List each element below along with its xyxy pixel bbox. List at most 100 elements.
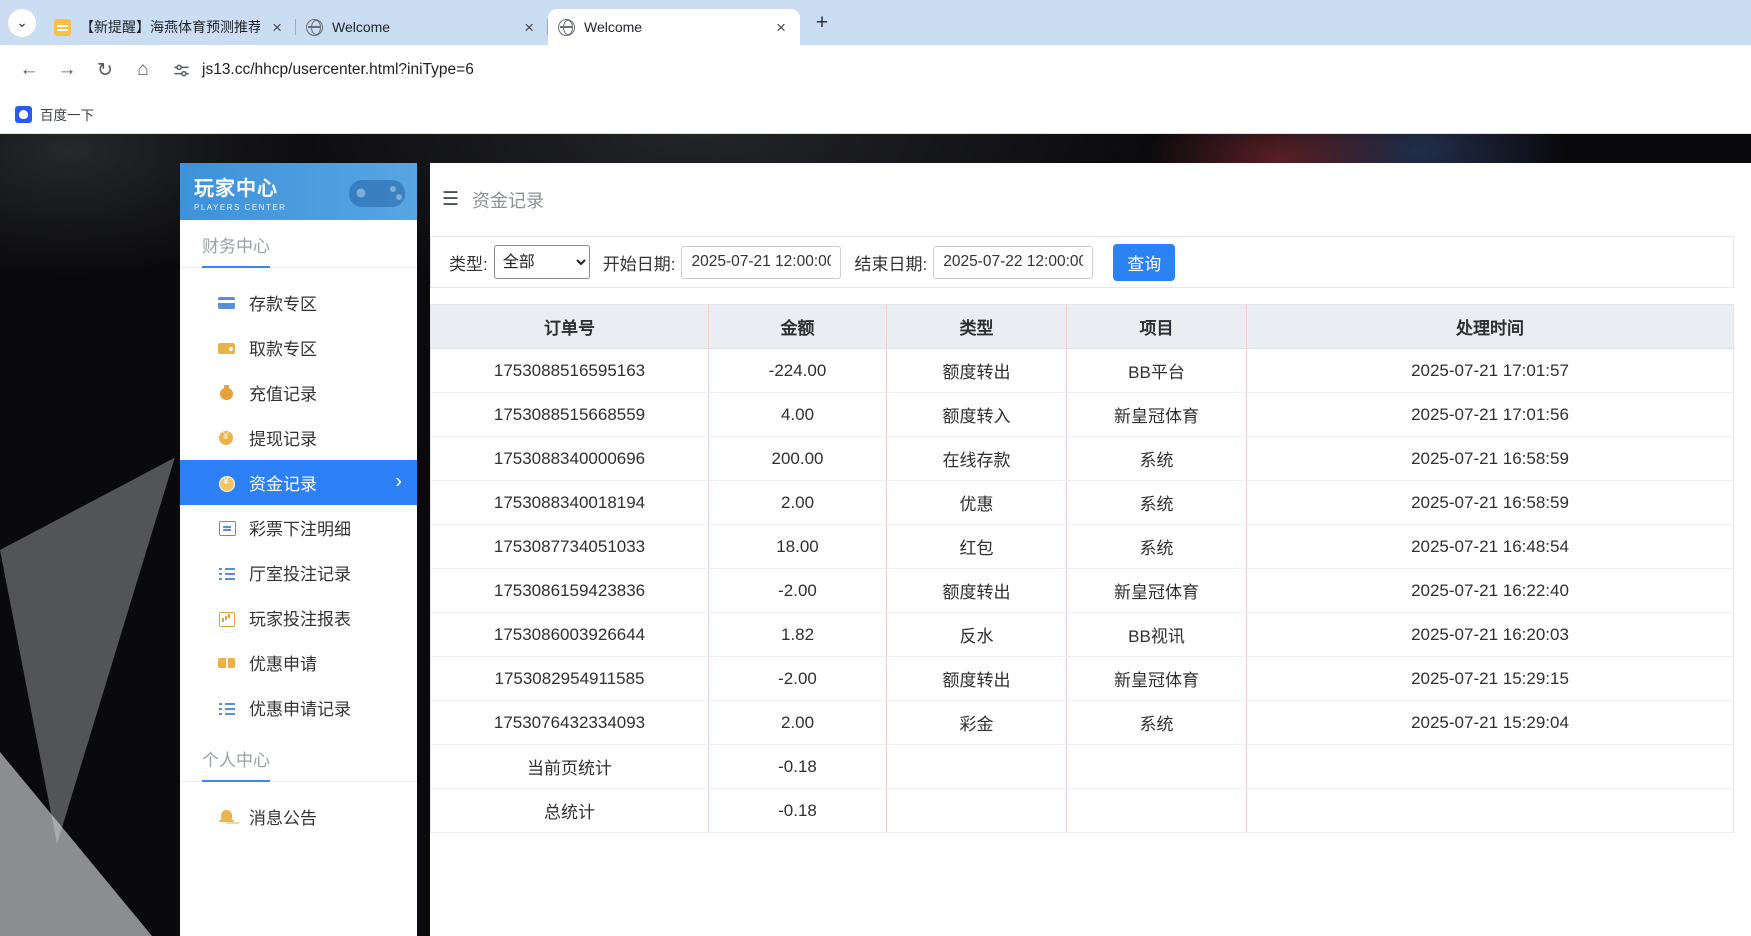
sidebar-item-deposit-zone[interactable]: 存款专区	[180, 280, 417, 325]
site-settings-icon[interactable]	[172, 61, 191, 80]
page-header: ☰ 资金记录	[430, 163, 1734, 236]
sidebar-section-label: 财务中心	[180, 232, 417, 268]
tab-title: 【新提醒】海燕体育预测推荐区	[80, 17, 260, 37]
hall-bet-record-icon	[218, 564, 235, 581]
table-cell: 4.00	[709, 393, 887, 437]
gamepad-icon	[341, 171, 413, 220]
tab-close-icon[interactable]: ×	[520, 18, 538, 37]
table-row: 1753086159423836-2.00额度转出新皇冠体育2025-07-21…	[431, 569, 1734, 613]
browser-tab-bar: ⌄ 【新提醒】海燕体育预测推荐区×Welcome×Welcome× +	[0, 0, 1751, 45]
baidu-favicon	[15, 106, 32, 123]
sidebar-section-text: 个人中心	[202, 746, 270, 782]
table-row: 17530883400181942.00优惠系统2025-07-21 16:58…	[431, 481, 1734, 525]
filter-bar: 类型: 全部 开始日期: 结束日期: 查询	[430, 236, 1734, 288]
back-icon[interactable]: ←	[10, 52, 48, 88]
table-cell: 反水	[887, 613, 1067, 657]
table-cell: 系统	[1067, 481, 1247, 525]
sidebar-item-label: 优惠申请	[249, 650, 317, 675]
table-cell: 2025-07-21 15:29:04	[1247, 701, 1734, 745]
table-cell: 新皇冠体育	[1067, 569, 1247, 613]
sidebar-item-label: 厅室投注记录	[249, 560, 351, 585]
table-cell: 额度转出	[887, 657, 1067, 701]
table-cell	[1067, 745, 1247, 789]
tab-close-icon[interactable]: ×	[772, 18, 790, 37]
page-content: 玩家中心 PLAYERS CENTER 财务中心存款专区取款专区充值记录提现记录…	[0, 134, 1751, 936]
sidebar-section-label: 个人中心	[180, 746, 417, 782]
end-date-input[interactable]	[933, 246, 1093, 279]
sidebar-item-promo-apply[interactable]: 优惠申请	[180, 640, 417, 685]
browser-tab[interactable]: 【新提醒】海燕体育预测推荐区 ×	[44, 9, 296, 45]
url-text[interactable]: js13.cc/hhcp/usercenter.html?iniType=6	[202, 61, 474, 79]
table-row: 17530764323340932.00彩金系统2025-07-21 15:29…	[431, 701, 1734, 745]
browser-tab[interactable]: Welcome ×	[296, 9, 548, 45]
sidebar-item-player-bet-report[interactable]: 玩家投注报表	[180, 595, 417, 640]
table-cell: 系统	[1067, 525, 1247, 569]
table-cell: -0.18	[709, 789, 887, 833]
sidebar-item-lottery-bet-details[interactable]: 彩票下注明细	[180, 505, 417, 550]
sidebar-item-hall-bet-records[interactable]: 厅室投注记录	[180, 550, 417, 595]
table-cell	[887, 789, 1067, 833]
table-row: 总统计-0.18	[431, 789, 1734, 833]
table-cell: 优惠	[887, 481, 1067, 525]
sidebar: 玩家中心 PLAYERS CENTER 财务中心存款专区取款专区充值记录提现记录…	[180, 163, 417, 936]
type-select[interactable]: 全部	[494, 245, 590, 279]
sidebar-subtitle: PLAYERS CENTER	[194, 203, 286, 212]
address-bar[interactable]: js13.cc/hhcp/usercenter.html?iniType=6	[172, 52, 1741, 88]
table-cell: 1753086159423836	[431, 569, 709, 613]
table-cell	[887, 745, 1067, 789]
table-cell: 2025-07-21 16:48:54	[1247, 525, 1734, 569]
table-cell: 彩金	[887, 701, 1067, 745]
table-row: 17530885156685594.00额度转入新皇冠体育2025-07-21 …	[431, 393, 1734, 437]
bookmark-baidu[interactable]: 百度一下	[15, 104, 94, 124]
sidebar-item-withdrawal-records[interactable]: 提现记录	[180, 415, 417, 460]
table-row: 1753088516595163-224.00额度转出BB平台2025-07-2…	[431, 349, 1734, 393]
sidebar-item-recharge-records[interactable]: 充值记录	[180, 370, 417, 415]
start-date-input[interactable]	[681, 246, 841, 279]
table-cell: 2.00	[709, 481, 887, 525]
column-header: 处理时间	[1247, 305, 1734, 349]
table-cell: -2.00	[709, 657, 887, 701]
tab-search-button[interactable]: ⌄	[8, 9, 36, 37]
sidebar-section-text: 财务中心	[202, 232, 270, 268]
new-tab-button[interactable]: +	[808, 9, 836, 37]
background-triangle-decoration	[0, 752, 152, 936]
table-row: 17530860039266441.82反水BB视讯2025-07-21 16:…	[431, 613, 1734, 657]
sidebar-item-messages[interactable]: 消息公告	[180, 794, 417, 839]
tab-title: Welcome	[332, 19, 512, 35]
column-header: 订单号	[431, 305, 709, 349]
table-cell: 1753086003926644	[431, 613, 709, 657]
column-header: 类型	[887, 305, 1067, 349]
sidebar-item-promo-apply-records[interactable]: 优惠申请记录	[180, 685, 417, 730]
sidebar-header: 玩家中心 PLAYERS CENTER	[180, 163, 417, 220]
table-cell: -2.00	[709, 569, 887, 613]
tab-close-icon[interactable]: ×	[268, 18, 286, 37]
funds-record-table: 订单号金额类型项目处理时间 1753088516595163-224.00额度转…	[430, 304, 1734, 833]
browser-toolbar: ← → ↻ ⌂ js13.cc/hhcp/usercenter.html?ini…	[0, 45, 1751, 95]
menu-toggle-icon[interactable]: ☰	[442, 188, 459, 211]
sidebar-item-label: 优惠申请记录	[249, 695, 351, 720]
table-cell: 18.00	[709, 525, 887, 569]
sidebar-item-label: 玩家投注报表	[249, 605, 351, 630]
query-button[interactable]: 查询	[1113, 244, 1175, 281]
browser-tab[interactable]: Welcome×	[548, 9, 800, 45]
home-icon[interactable]: ⌂	[124, 52, 162, 88]
browser-window: ⌄ 【新提醒】海燕体育预测推荐区×Welcome×Welcome× + ← → …	[0, 0, 1751, 936]
sidebar-menu: 财务中心存款专区取款专区充值记录提现记录资金记录› 彩票下注明细厅室投注记录玩家投…	[180, 220, 417, 936]
sidebar-item-label: 提现记录	[249, 425, 317, 450]
sidebar-item-funds-records[interactable]: 资金记录›	[180, 460, 417, 505]
withdraw-wallet-icon	[218, 339, 235, 356]
column-header: 金额	[709, 305, 887, 349]
table-cell: 2025-07-21 16:22:40	[1247, 569, 1734, 613]
table-cell: 当前页统计	[431, 745, 709, 789]
table-cell: 200.00	[709, 437, 887, 481]
forward-icon[interactable]: →	[48, 52, 86, 88]
table-cell: 2025-07-21 15:29:15	[1247, 657, 1734, 701]
table-row: 1753082954911585-2.00额度转出新皇冠体育2025-07-21…	[431, 657, 1734, 701]
sidebar-item-label: 彩票下注明细	[249, 515, 351, 540]
table-cell: 1753082954911585	[431, 657, 709, 701]
refresh-icon[interactable]: ↻	[86, 52, 124, 88]
table-cell: BB视讯	[1067, 613, 1247, 657]
chevron-right-icon: ›	[395, 470, 402, 493]
sidebar-item-withdraw-zone[interactable]: 取款专区	[180, 325, 417, 370]
sidebar-item-label: 充值记录	[249, 380, 317, 405]
